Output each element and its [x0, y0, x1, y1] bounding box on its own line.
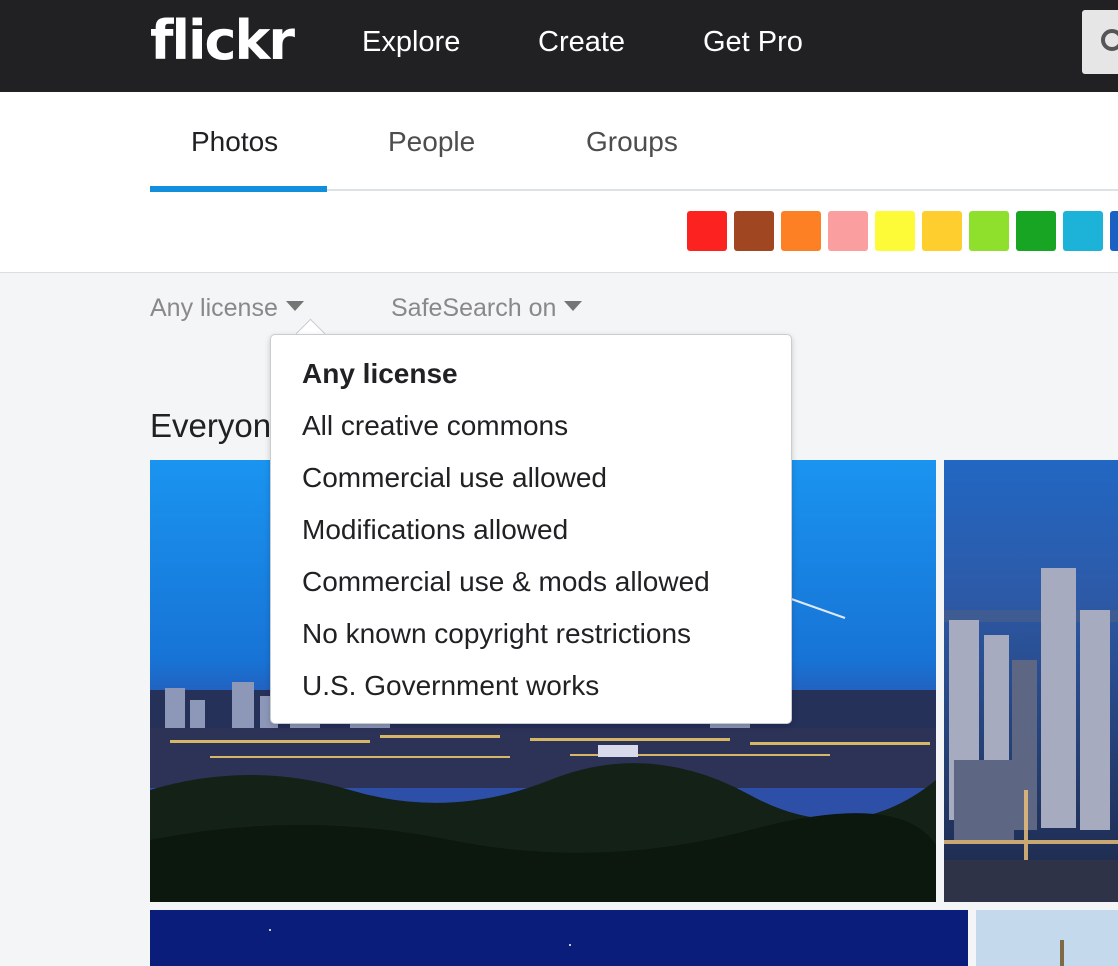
color-swatch-green[interactable]: [1016, 211, 1056, 251]
search-button[interactable]: [1082, 10, 1118, 74]
color-swatch-lime[interactable]: [969, 211, 1009, 251]
license-option-commercial-mods[interactable]: Commercial use & mods allowed: [302, 565, 710, 599]
top-nav-bar: flickr Explore Create Get Pro: [0, 0, 1118, 92]
license-option-all-cc[interactable]: All creative commons: [302, 409, 568, 443]
chevron-down-icon: [564, 301, 583, 312]
safesearch-filter[interactable]: SafeSearch on: [391, 292, 583, 324]
color-swatch-orange[interactable]: [781, 211, 821, 251]
chevron-down-icon: [285, 301, 304, 312]
nav-explore[interactable]: Explore: [362, 25, 460, 59]
license-option-mods[interactable]: Modifications allowed: [302, 513, 568, 547]
color-swatch-red[interactable]: [687, 211, 727, 251]
active-tab-indicator: [150, 186, 327, 192]
license-dropdown-menu: Any license All creative commons Commerc…: [270, 334, 792, 724]
nav-get-pro[interactable]: Get Pro: [703, 25, 803, 59]
search-icon: [1101, 29, 1118, 51]
tab-photos[interactable]: Photos: [191, 125, 278, 159]
license-filter-label: Any license: [150, 294, 278, 322]
photo-night-sky[interactable]: [150, 910, 968, 966]
color-swatch-cyan[interactable]: [1063, 211, 1103, 251]
flickr-logo[interactable]: flickr: [150, 8, 295, 74]
color-swatch-brown[interactable]: [734, 211, 774, 251]
license-option-us-gov[interactable]: U.S. Government works: [302, 669, 599, 703]
tab-people[interactable]: People: [388, 125, 475, 159]
nav-create[interactable]: Create: [538, 25, 625, 59]
color-swatch-blue[interactable]: [1110, 211, 1118, 251]
license-option-any[interactable]: Any license: [302, 357, 458, 391]
license-option-commercial[interactable]: Commercial use allowed: [302, 461, 607, 495]
color-swatch-gold[interactable]: [922, 211, 962, 251]
safesearch-filter-label: SafeSearch on: [391, 294, 557, 322]
search-subheader: Photos People Groups: [0, 92, 1118, 273]
color-swatch-yellow[interactable]: [875, 211, 915, 251]
tab-groups[interactable]: Groups: [586, 125, 678, 159]
photo-tower[interactable]: [976, 910, 1118, 966]
license-option-no-copyright[interactable]: No known copyright restrictions: [302, 617, 691, 651]
license-filter[interactable]: Any license: [150, 292, 304, 324]
photo-city-night-2[interactable]: [944, 460, 1118, 902]
color-swatch-pink[interactable]: [828, 211, 868, 251]
